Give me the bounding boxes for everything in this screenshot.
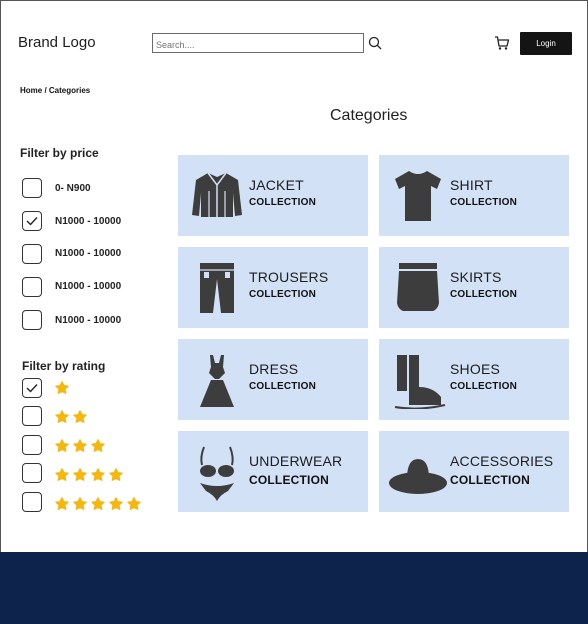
footer	[0, 552, 588, 624]
category-card-accessories[interactable]: ACCESSORIES COLLECTION	[379, 431, 569, 512]
skirt-icon	[397, 263, 439, 311]
search-input[interactable]	[152, 33, 364, 53]
category-subtitle: COLLECTION	[450, 381, 517, 392]
category-card-shoes[interactable]: SHOES COLLECTION	[379, 339, 569, 420]
price-option-label: N1000 - 10000	[55, 248, 122, 259]
category-subtitle: COLLECTION	[450, 197, 517, 208]
price-checkbox[interactable]	[22, 310, 42, 330]
star-icon	[55, 410, 69, 423]
star-icon	[127, 497, 141, 510]
trousers-icon	[200, 263, 234, 313]
category-card-skirts[interactable]: SKIRTS COLLECTION	[379, 247, 569, 328]
category-name: ACCESSORIES	[450, 453, 554, 469]
category-name: SHOES	[450, 361, 501, 377]
category-card-jacket[interactable]: JACKET COLLECTION	[178, 155, 368, 236]
price-option-label: N1000 - 10000	[55, 281, 122, 292]
category-name: JACKET	[249, 177, 304, 193]
category-card-shirt[interactable]: SHIRT COLLECTION	[379, 155, 569, 236]
rating-checkbox[interactable]	[22, 406, 42, 426]
star-icon	[91, 468, 105, 481]
login-button[interactable]: Login	[520, 32, 572, 55]
category-subtitle: COLLECTION	[249, 381, 316, 392]
category-card-dress[interactable]: DRESS COLLECTION	[178, 339, 368, 420]
star-icon	[55, 439, 69, 452]
page-title: Categories	[330, 107, 408, 124]
shirt-icon	[395, 171, 441, 221]
price-checkbox[interactable]	[22, 244, 42, 264]
category-name: SKIRTS	[450, 269, 502, 285]
category-name: DRESS	[249, 361, 299, 377]
cart-icon[interactable]	[494, 35, 510, 51]
category-name: TROUSERS	[249, 269, 329, 285]
price-checkbox[interactable]	[22, 211, 42, 231]
underwear-icon	[200, 446, 234, 501]
rating-stars-2	[55, 410, 87, 424]
star-icon	[73, 439, 87, 452]
star-icon	[55, 468, 69, 481]
star-icon	[109, 497, 123, 510]
star-icon	[73, 497, 87, 510]
dress-icon	[200, 355, 234, 407]
category-subtitle: COLLECTION	[249, 289, 316, 300]
star-icon	[91, 439, 105, 452]
rating-checkbox[interactable]	[22, 378, 42, 398]
category-name: SHIRT	[450, 177, 493, 193]
star-icon	[91, 497, 105, 510]
category-subtitle: COLLECTION	[450, 289, 517, 300]
star-icon	[55, 381, 69, 394]
price-option-label: 0- N900	[55, 183, 91, 194]
star-icon	[109, 468, 123, 481]
rating-checkbox[interactable]	[22, 463, 42, 483]
breadcrumb: Home / Categories	[20, 86, 91, 95]
search-icon[interactable]	[368, 36, 382, 50]
rating-checkbox[interactable]	[22, 435, 42, 455]
star-icon	[73, 410, 87, 423]
price-checkbox[interactable]	[22, 277, 42, 297]
rating-stars-5	[55, 497, 141, 511]
price-option-label: N1000 - 10000	[55, 216, 122, 227]
category-subtitle: COLLECTION	[450, 473, 530, 487]
rating-checkbox[interactable]	[22, 492, 42, 512]
category-subtitle: COLLECTION	[249, 473, 329, 487]
category-card-trousers[interactable]: TROUSERS COLLECTION	[178, 247, 368, 328]
category-card-underwear[interactable]: UNDERWEAR COLLECTION	[178, 431, 368, 512]
checkmark-icon	[26, 384, 38, 393]
price-option-label: N1000 - 10000	[55, 315, 122, 326]
rating-stars-1	[55, 381, 69, 395]
star-icon	[73, 468, 87, 481]
rating-filter-title: Filter by rating	[22, 359, 106, 373]
jacket-icon	[192, 172, 242, 217]
hat-icon	[389, 459, 447, 494]
rating-stars-4	[55, 468, 123, 482]
price-filter-title: Filter by price	[20, 146, 99, 160]
star-icon	[55, 497, 69, 510]
brand-logo[interactable]: Brand Logo	[18, 34, 96, 51]
boot-icon	[394, 355, 446, 409]
price-checkbox[interactable]	[22, 178, 42, 198]
category-name: UNDERWEAR	[249, 453, 343, 469]
rating-stars-3	[55, 439, 105, 453]
category-subtitle: COLLECTION	[249, 197, 316, 208]
checkmark-icon	[26, 217, 38, 226]
